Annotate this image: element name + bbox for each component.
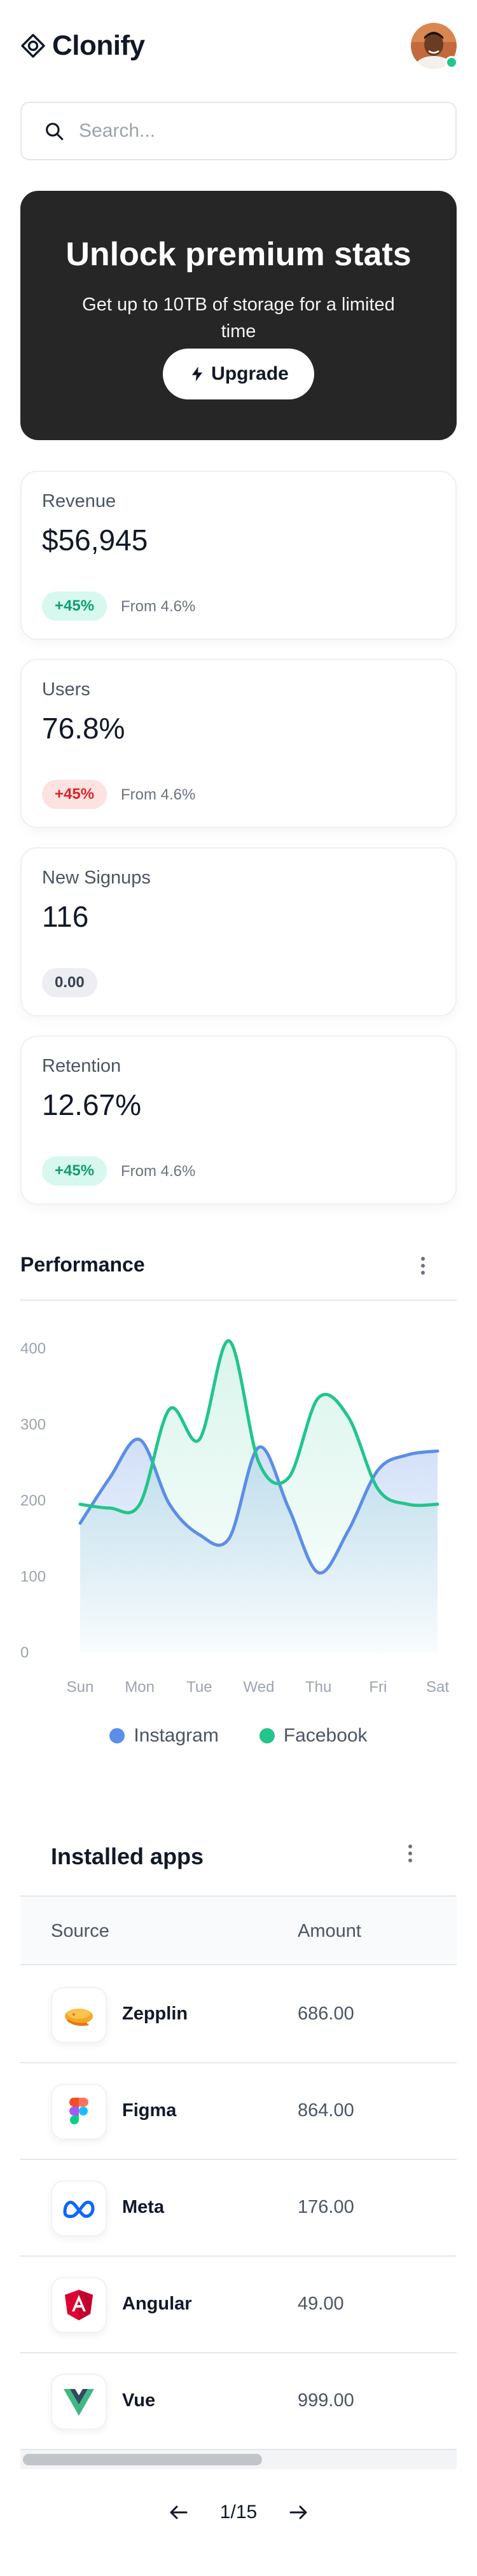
stat-label: New Signups — [42, 868, 151, 888]
table-horizontal-scrollbar[interactable] — [20, 2450, 457, 2469]
stat-card-new-signups: New Signups 116 0.00 — [20, 847, 457, 1016]
meta-icon — [51, 2180, 107, 2236]
stat-change-badge: +45% — [42, 780, 107, 809]
legend-label: Instagram — [134, 1725, 219, 1746]
apps-table-header: Source Amount — [20, 1895, 457, 1965]
upgrade-button[interactable]: Upgrade — [163, 349, 314, 399]
brand-logo[interactable]: Clonify — [20, 30, 145, 62]
divider — [20, 1299, 457, 1301]
x-tick-label: Sat — [426, 1679, 449, 1696]
x-tick-label: Mon — [125, 1679, 155, 1696]
stat-change-note: From 4.6% — [121, 598, 196, 615]
zeplin-icon — [51, 1987, 107, 2043]
table-row[interactable]: Meta 176.00 — [20, 2160, 457, 2257]
stat-label: Retention — [42, 1056, 121, 1076]
table-row[interactable]: Angular 49.00 — [20, 2257, 457, 2353]
stat-change-badge: +45% — [42, 592, 107, 621]
stat-label: Users — [42, 679, 90, 700]
stat-change-note: From 4.6% — [121, 786, 196, 803]
stat-value: 12.67% — [42, 1088, 142, 1121]
column-header-amount[interactable]: Amount — [298, 1921, 361, 1942]
arrow-left-icon — [170, 2505, 188, 2519]
stat-card-users: Users 76.8% +45% From 4.6% — [20, 659, 457, 828]
vue-icon — [51, 2374, 107, 2430]
figma-icon — [51, 2084, 107, 2140]
promo-title: Unlock premium stats — [66, 236, 411, 273]
stat-change-badge: +45% — [42, 1156, 107, 1186]
table-row[interactable]: Vue 999.00 — [20, 2353, 457, 2450]
legend-swatch — [259, 1728, 275, 1743]
stat-value: 116 — [42, 900, 89, 933]
table-row[interactable]: Figma 864.00 — [20, 2063, 457, 2160]
stat-change-badge: 0.00 — [42, 968, 97, 997]
performance-title: Performance — [20, 1253, 145, 1276]
performance-more-icon[interactable] — [413, 1257, 432, 1275]
installed-apps-title: Installed apps — [51, 1843, 204, 1869]
pagination: 1/15 — [0, 2493, 477, 2531]
app-name: Zepplin — [122, 2004, 188, 2024]
y-tick-label: 400 — [20, 1340, 46, 1357]
y-tick-label: 300 — [20, 1416, 46, 1434]
upgrade-button-label: Upgrade — [211, 363, 289, 384]
app-amount: 176.00 — [298, 2197, 354, 2217]
app-name: Vue — [122, 2390, 156, 2411]
apps-more-icon[interactable] — [401, 1845, 420, 1862]
online-status-dot — [445, 56, 458, 69]
legend-item-instagram[interactable]: Instagram — [109, 1725, 219, 1747]
chart-legend: Instagram Facebook — [0, 1725, 477, 1747]
y-tick-label: 0 — [20, 1644, 29, 1661]
x-tick-label: Sun — [67, 1679, 94, 1696]
search-bar[interactable] — [20, 102, 457, 160]
app-amount: 864.00 — [298, 2100, 354, 2121]
arrow-right-icon — [289, 2505, 307, 2519]
column-header-source[interactable]: Source — [51, 1921, 109, 1942]
search-input[interactable] — [79, 120, 435, 142]
x-tick-label: Wed — [244, 1679, 275, 1696]
y-tick-label: 100 — [20, 1568, 46, 1586]
logo-icon — [21, 34, 45, 58]
stat-change-note: From 4.6% — [121, 1163, 196, 1180]
performance-chart: 0 100 200 300 400 Sun Mon Tue Wed Thu Fri Sat — [20, 1339, 449, 1696]
top-header: Clonify — [20, 23, 458, 69]
premium-promo-card: Unlock premium stats Get up to 10TB of s… — [20, 191, 457, 440]
app-amount: 999.00 — [298, 2390, 354, 2411]
avatar[interactable] — [411, 23, 458, 69]
stat-label: Revenue — [42, 491, 116, 511]
stat-value: 76.8% — [42, 712, 125, 745]
search-icon — [46, 123, 64, 141]
scrollbar-thumb[interactable] — [23, 2454, 262, 2465]
app-name: Meta — [122, 2197, 165, 2217]
brand-name: Clonify — [52, 30, 145, 61]
legend-swatch — [109, 1728, 125, 1743]
table-row[interactable]: Zepplin 686.00 — [20, 1967, 457, 2063]
lightning-icon — [191, 366, 203, 382]
app-amount: 49.00 — [298, 2294, 344, 2314]
app-amount: 686.00 — [298, 2004, 354, 2024]
x-tick-label: Thu — [305, 1679, 331, 1696]
promo-subtitle: Get up to 10TB of storage for a limited … — [82, 294, 395, 342]
stat-card-retention: Retention 12.67% +45% From 4.6% — [20, 1035, 457, 1205]
app-name: Angular — [122, 2294, 192, 2314]
stat-card-revenue: Revenue $56,945 +45% From 4.6% — [20, 471, 457, 640]
page-indicator: 1/15 — [219, 2502, 258, 2523]
previous-page-button[interactable] — [163, 2496, 195, 2528]
y-tick-label: 200 — [20, 1492, 46, 1509]
next-page-button[interactable] — [282, 2496, 314, 2528]
x-tick-label: Fri — [369, 1679, 387, 1696]
stat-value: $56,945 — [42, 523, 148, 557]
legend-label: Facebook — [283, 1725, 368, 1746]
app-name: Figma — [122, 2100, 177, 2121]
angular-icon — [51, 2277, 107, 2333]
legend-item-facebook[interactable]: Facebook — [259, 1725, 368, 1747]
x-tick-label: Tue — [186, 1679, 212, 1696]
